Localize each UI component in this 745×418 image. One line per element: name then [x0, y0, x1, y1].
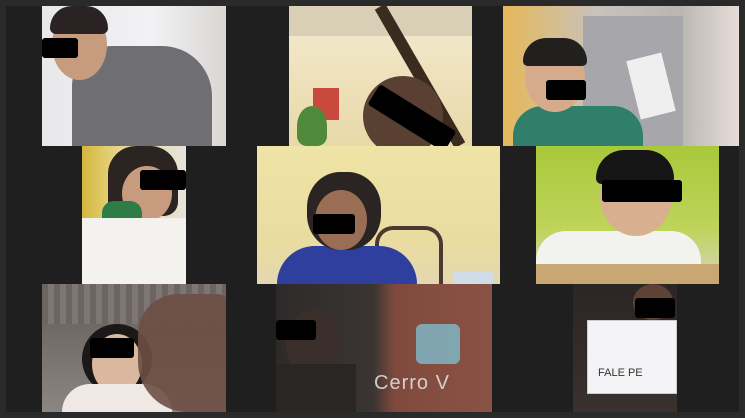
face-censor-bar — [42, 38, 78, 58]
face-censor-bar — [313, 214, 355, 234]
face-censor-bar — [602, 180, 682, 202]
participant-video-tile-active[interactable] — [257, 146, 500, 284]
face-censor-bar — [140, 170, 186, 190]
participant-hair — [596, 150, 674, 184]
drawing-text: FALE PE — [598, 367, 643, 379]
face-censor-bar — [276, 320, 316, 340]
participant-video-tile[interactable] — [82, 146, 186, 284]
drawing-paper: FALE PE — [587, 320, 677, 394]
participant-body — [276, 364, 356, 412]
participant-video-tile[interactable] — [289, 6, 472, 146]
participant-video-tile[interactable]: FALE PE — [573, 284, 677, 412]
participant-video-tile[interactable] — [42, 284, 226, 412]
face-censor-bar — [546, 80, 586, 100]
object-box — [453, 272, 493, 284]
participant-video-tile[interactable] — [536, 146, 719, 284]
participant-body — [277, 246, 417, 284]
logo-mark — [416, 324, 460, 364]
hand-closeup — [138, 294, 226, 412]
face-censor-bar — [90, 338, 134, 358]
video-grid: Cerro V FALE PE — [6, 6, 739, 412]
participant-video-tile[interactable] — [42, 6, 226, 146]
face-censor-bar — [635, 298, 675, 318]
participant-video-tile[interactable]: Cerro V — [276, 284, 492, 412]
paper-sheet — [82, 218, 186, 284]
participant-hair — [50, 6, 108, 34]
participant-body — [513, 106, 643, 146]
table — [536, 264, 719, 284]
participant-hair — [523, 38, 587, 66]
plant — [297, 106, 327, 146]
participant-video-tile[interactable] — [503, 6, 739, 146]
background-brand-text: Cerro V — [374, 372, 450, 394]
